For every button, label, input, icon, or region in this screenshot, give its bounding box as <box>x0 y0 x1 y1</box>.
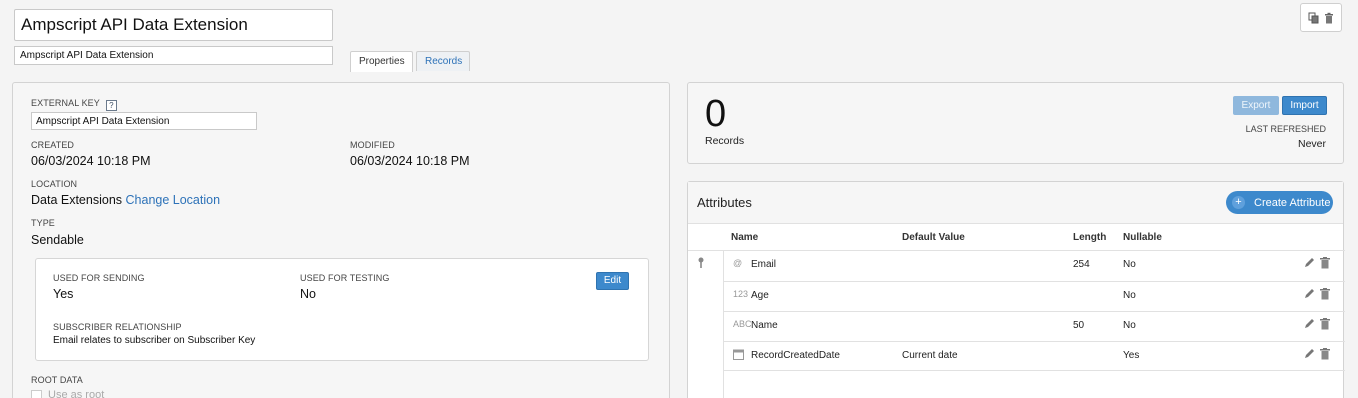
type-value: Sendable <box>31 233 84 247</box>
trash-icon[interactable] <box>1320 257 1330 269</box>
email-type-icon: @ <box>733 258 743 268</box>
location-value: Data Extensions <box>31 193 123 207</box>
column-header-nullable: Nullable <box>1123 232 1162 243</box>
pencil-icon[interactable] <box>1304 348 1315 359</box>
attributes-header: Attributes + Create Attribute <box>688 182 1343 224</box>
attribute-name: Age <box>751 290 769 301</box>
attributes-title: Attributes <box>697 195 752 210</box>
created-value: 06/03/2024 10:18 PM <box>31 154 151 168</box>
attribute-name: Email <box>751 259 777 270</box>
subscriber-relationship-value: Email relates to subscriber on Subscribe… <box>53 335 256 346</box>
used-for-testing-label: USED FOR TESTING <box>300 273 390 283</box>
attribute-row[interactable]: RecordCreatedDate Current date Yes <box>723 341 1345 371</box>
external-key-input[interactable] <box>31 112 257 130</box>
created-label: CREATED <box>31 140 75 150</box>
row-actions <box>1304 348 1330 360</box>
change-location-link[interactable]: Change Location <box>126 193 221 207</box>
trash-icon[interactable] <box>1320 348 1330 360</box>
attribute-nullable: No <box>1123 259 1136 270</box>
location-value-row: Data Extensions Change Location <box>31 193 220 207</box>
location-label: LOCATION <box>31 179 78 189</box>
external-key-label: EXTERNAL KEY? <box>31 98 117 111</box>
top-actions-group <box>1300 3 1342 32</box>
plus-icon: + <box>1232 196 1245 209</box>
last-refreshed-label: LAST REFRESHED <box>1245 124 1326 134</box>
attribute-row[interactable]: 123 Age No <box>723 281 1345 311</box>
copy-icon[interactable] <box>1308 12 1320 24</box>
type-label: TYPE <box>31 218 55 228</box>
tab-properties[interactable]: Properties <box>350 51 413 72</box>
last-refreshed-value: Never <box>1297 138 1326 150</box>
sending-settings-box: USED FOR SENDING Yes USED FOR TESTING No… <box>35 258 649 361</box>
trash-icon[interactable] <box>1320 288 1330 300</box>
trash-icon[interactable] <box>1320 318 1330 330</box>
use-as-root-checkbox[interactable] <box>31 389 42 398</box>
attribute-default: Current date <box>902 350 958 361</box>
text-type-icon: ABC <box>733 319 752 329</box>
subscriber-relationship-label: SUBSCRIBER RELATIONSHIP <box>53 322 182 332</box>
column-header-default-value: Default Value <box>902 232 965 243</box>
attribute-length: 254 <box>1073 259 1090 270</box>
pencil-icon[interactable] <box>1304 318 1315 329</box>
column-header-length: Length <box>1073 232 1107 243</box>
attribute-row[interactable]: ABC Name 50 No <box>723 311 1345 341</box>
trash-icon[interactable] <box>1323 12 1335 24</box>
used-for-sending-value: Yes <box>53 287 74 301</box>
number-type-icon: 123 <box>733 289 749 299</box>
data-extension-name-input[interactable] <box>14 9 333 41</box>
row-actions <box>1304 318 1330 330</box>
attribute-nullable: No <box>1123 320 1136 331</box>
create-attribute-label: Create Attribute <box>1254 196 1331 209</box>
create-attribute-button[interactable]: + Create Attribute <box>1226 191 1333 214</box>
attribute-row[interactable]: @ Email 254 No <box>723 251 1345 281</box>
records-summary-panel: 0 Records Export Import LAST REFRESHED N… <box>687 82 1344 164</box>
row-actions <box>1304 288 1330 300</box>
attribute-name: RecordCreatedDate <box>751 350 840 361</box>
primary-key-icon <box>697 257 705 269</box>
used-for-sending-label: USED FOR SENDING <box>53 273 145 283</box>
records-count-label: Records <box>705 135 745 147</box>
tab-records[interactable]: Records <box>416 51 470 71</box>
pencil-icon[interactable] <box>1304 257 1315 268</box>
attributes-panel: Attributes + Create Attribute Name Defau… <box>687 181 1345 398</box>
row-actions <box>1304 257 1330 269</box>
pencil-icon[interactable] <box>1304 288 1315 299</box>
use-as-root-label: Use as root <box>48 389 105 398</box>
records-count: 0 <box>705 93 727 135</box>
attribute-nullable: No <box>1123 290 1136 301</box>
attribute-length: 50 <box>1073 320 1085 331</box>
root-data-label: ROOT DATA <box>31 375 83 385</box>
data-extension-description-input[interactable] <box>14 46 333 65</box>
use-as-root-row: Use as root <box>31 389 104 398</box>
modified-value: 06/03/2024 10:18 PM <box>350 154 470 168</box>
export-button[interactable]: Export <box>1233 96 1279 115</box>
used-for-testing-value: No <box>300 287 316 301</box>
attribute-name: Name <box>751 320 778 331</box>
modified-label: MODIFIED <box>350 140 395 150</box>
column-header-name: Name <box>731 232 759 243</box>
help-icon[interactable]: ? <box>105 100 117 111</box>
attribute-nullable: Yes <box>1123 350 1140 361</box>
calendar-icon <box>733 349 744 362</box>
import-button[interactable]: Import <box>1282 96 1327 115</box>
edit-sending-button[interactable]: Edit <box>596 272 629 290</box>
properties-panel: EXTERNAL KEY? CREATED 06/03/2024 10:18 P… <box>12 82 670 398</box>
